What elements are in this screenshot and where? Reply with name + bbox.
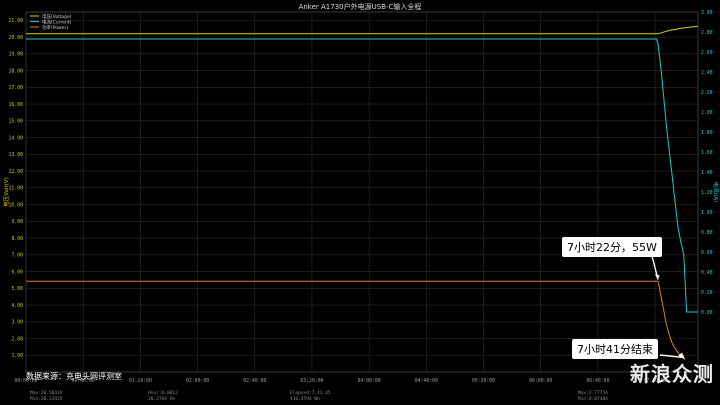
y-right-tick-label: 2.40 <box>701 70 713 76</box>
x-tick-label: 06:40:00 <box>586 378 609 384</box>
stat-voltage-max: Max:20.5641V <box>30 391 63 396</box>
x-tick-label: 04:40:00 <box>415 378 438 384</box>
stat-current-min: Min:0.0748A <box>578 397 608 402</box>
stat-hour-value: Hour:0.0012 <box>148 391 178 396</box>
series-line-current <box>26 38 698 313</box>
y-left-axis-label: 电压Volt(V) <box>2 177 10 206</box>
y-left-tick-label: 14.00 <box>9 135 24 141</box>
y-right-tick-label: 1.60 <box>701 150 713 156</box>
y-left-tick-label: 11.00 <box>9 186 24 192</box>
y-left-tick-label: 5.00 <box>11 286 23 292</box>
y-left-tick-label: 1.00 <box>11 353 23 359</box>
source-note: 数据来源：充电头网评测室 <box>26 372 122 381</box>
y-right-tick-label: 0.80 <box>701 230 713 236</box>
y-right-tick-label: 3.00 <box>701 10 713 16</box>
y-left-tick-label: 13.00 <box>9 152 24 158</box>
y-left-tick-label: 19.00 <box>9 52 24 58</box>
stat-voltage: Max:20.5641V Min:20.2342V <box>30 391 63 403</box>
stat-current-max: Max:2.7775A <box>578 391 608 396</box>
y-right-tick-label: 1.40 <box>701 170 713 176</box>
y-left-tick-label: 21.00 <box>9 18 24 24</box>
y-right-tick-label: 0.40 <box>701 270 713 276</box>
stat-elapsed-value: Elapsed:7:41:45 <box>290 391 331 396</box>
legend-entry: 电流(Current) <box>42 18 72 25</box>
y-left-tick-label: 18.00 <box>9 68 24 74</box>
y-right-tick-label: 1.00 <box>701 210 713 216</box>
y-right-tick-label: 1.80 <box>701 130 713 136</box>
y-left-tick-label: 17.00 <box>9 85 24 91</box>
chart-title: Anker A1730户外电源USB-C输入全程 <box>299 2 422 11</box>
x-tick-label: 02:00:00 <box>186 378 209 384</box>
watermark-logo: 新浪众测 <box>630 362 714 386</box>
y-right-tick-label: 0.00 <box>701 310 713 316</box>
y-left-tick-label: 2.00 <box>11 336 23 342</box>
annotation-arrowhead-cutoff <box>654 274 660 281</box>
stat-elapsed: Elapsed:7:41:45 416.4594 Wh <box>290 391 331 403</box>
stat-wh-value: 416.4594 Wh <box>290 397 320 402</box>
y-left-tick-label: 7.00 <box>11 253 23 259</box>
y-left-tick-label: 15.00 <box>9 119 24 125</box>
y-left-tick-label: 6.00 <box>11 269 23 275</box>
y-left-tick-label: 3.00 <box>11 320 23 326</box>
y-right-tick-label: 0.20 <box>701 290 713 296</box>
y-right-tick-label: 1.20 <box>701 190 713 196</box>
y-left-tick-label: 4.00 <box>11 303 23 309</box>
legend-entry: 电压(Voltage) <box>42 13 72 20</box>
y-left-tick-label: 8.00 <box>11 236 23 242</box>
stat-current: Max:2.7775A Min:0.0748A <box>578 391 608 403</box>
x-tick-label: 02:40:00 <box>243 378 266 384</box>
y-left-tick-label: 9.00 <box>11 219 23 225</box>
plot-frame <box>25 11 699 373</box>
x-tick-label: 05:20:00 <box>472 378 495 384</box>
annotation-cutoff: 7小时22分，55W <box>562 237 662 257</box>
legend-entry: 功率(Power) <box>42 24 68 31</box>
y-right-tick-label: 2.20 <box>701 90 713 96</box>
x-tick-label: 06:00:00 <box>529 378 552 384</box>
y-right-axis-label: 电流I(A) <box>712 182 720 203</box>
series-line-voltage <box>26 25 699 35</box>
y-right-tick-label: 0.60 <box>701 250 713 256</box>
x-tick-label: 03:20:00 <box>300 378 323 384</box>
annotation-end: 7小时41分结束 <box>572 339 658 359</box>
y-left-tick-label: 20.00 <box>9 35 24 41</box>
y-right-tick-label: 2.60 <box>701 50 713 56</box>
y-left-tick-label: 16.00 <box>9 102 24 108</box>
stat-voltage-min: Min:20.2342V <box>30 397 63 402</box>
x-tick-label: 04:00:00 <box>358 378 381 384</box>
stat-hour: Hour:0.0012 20.2784 Ah <box>148 391 178 403</box>
y-left-tick-label: 12.00 <box>9 169 24 175</box>
y-right-tick-label: 2.80 <box>701 30 713 36</box>
stat-ah-value: 20.2784 Ah <box>148 397 176 402</box>
x-tick-label: 01:20:00 <box>129 378 152 384</box>
y-left-tick-label: 10.00 <box>9 202 24 208</box>
y-right-tick-label: 2.00 <box>701 110 713 116</box>
